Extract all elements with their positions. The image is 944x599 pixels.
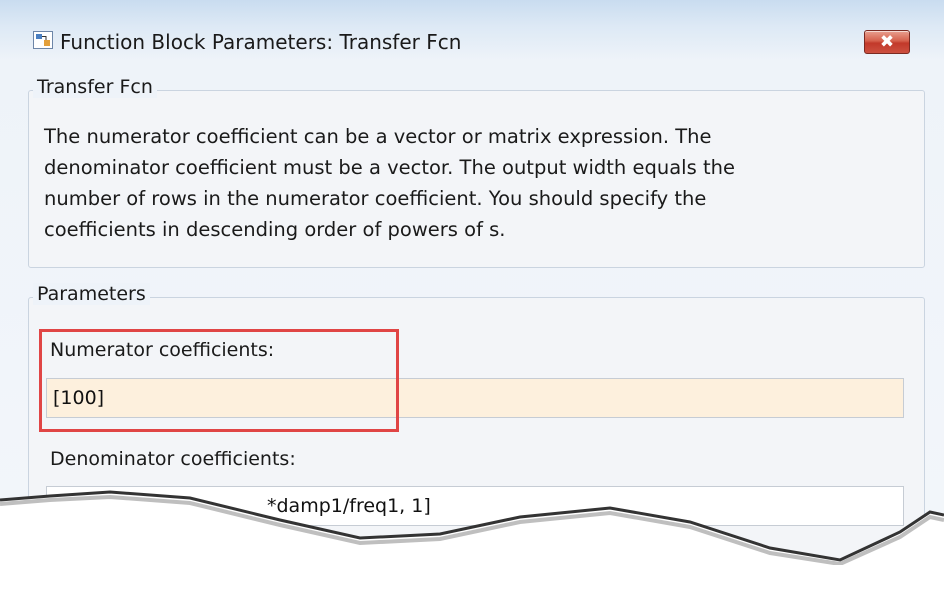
torn-edge <box>0 490 944 565</box>
